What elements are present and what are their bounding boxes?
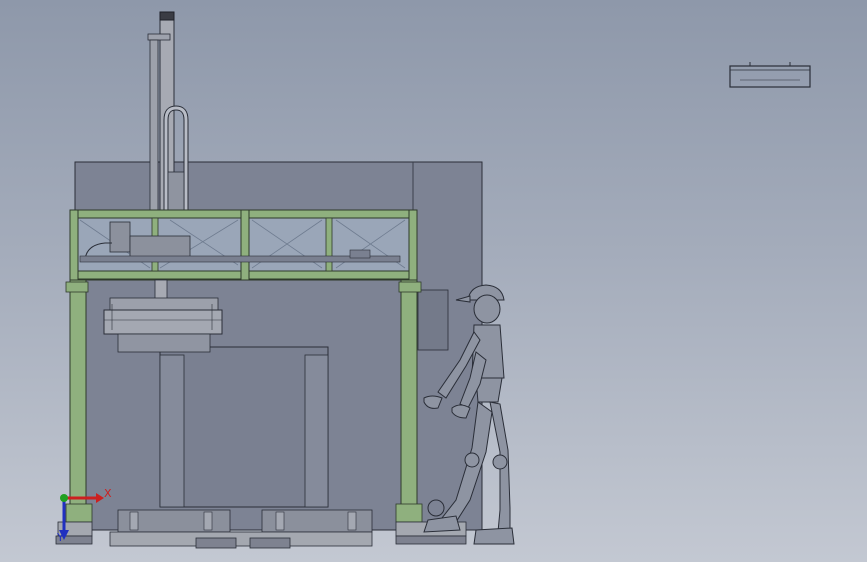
y-axis-label: Y (56, 531, 64, 544)
x-axis-label: X (104, 487, 112, 500)
cad-drawing: X Y (55, 11, 811, 549)
cad-viewport[interactable]: X Y (0, 0, 867, 562)
lifting-mast[interactable] (147, 11, 189, 221)
view-marker-icon[interactable] (729, 62, 811, 88)
upper-frame[interactable] (69, 209, 418, 281)
